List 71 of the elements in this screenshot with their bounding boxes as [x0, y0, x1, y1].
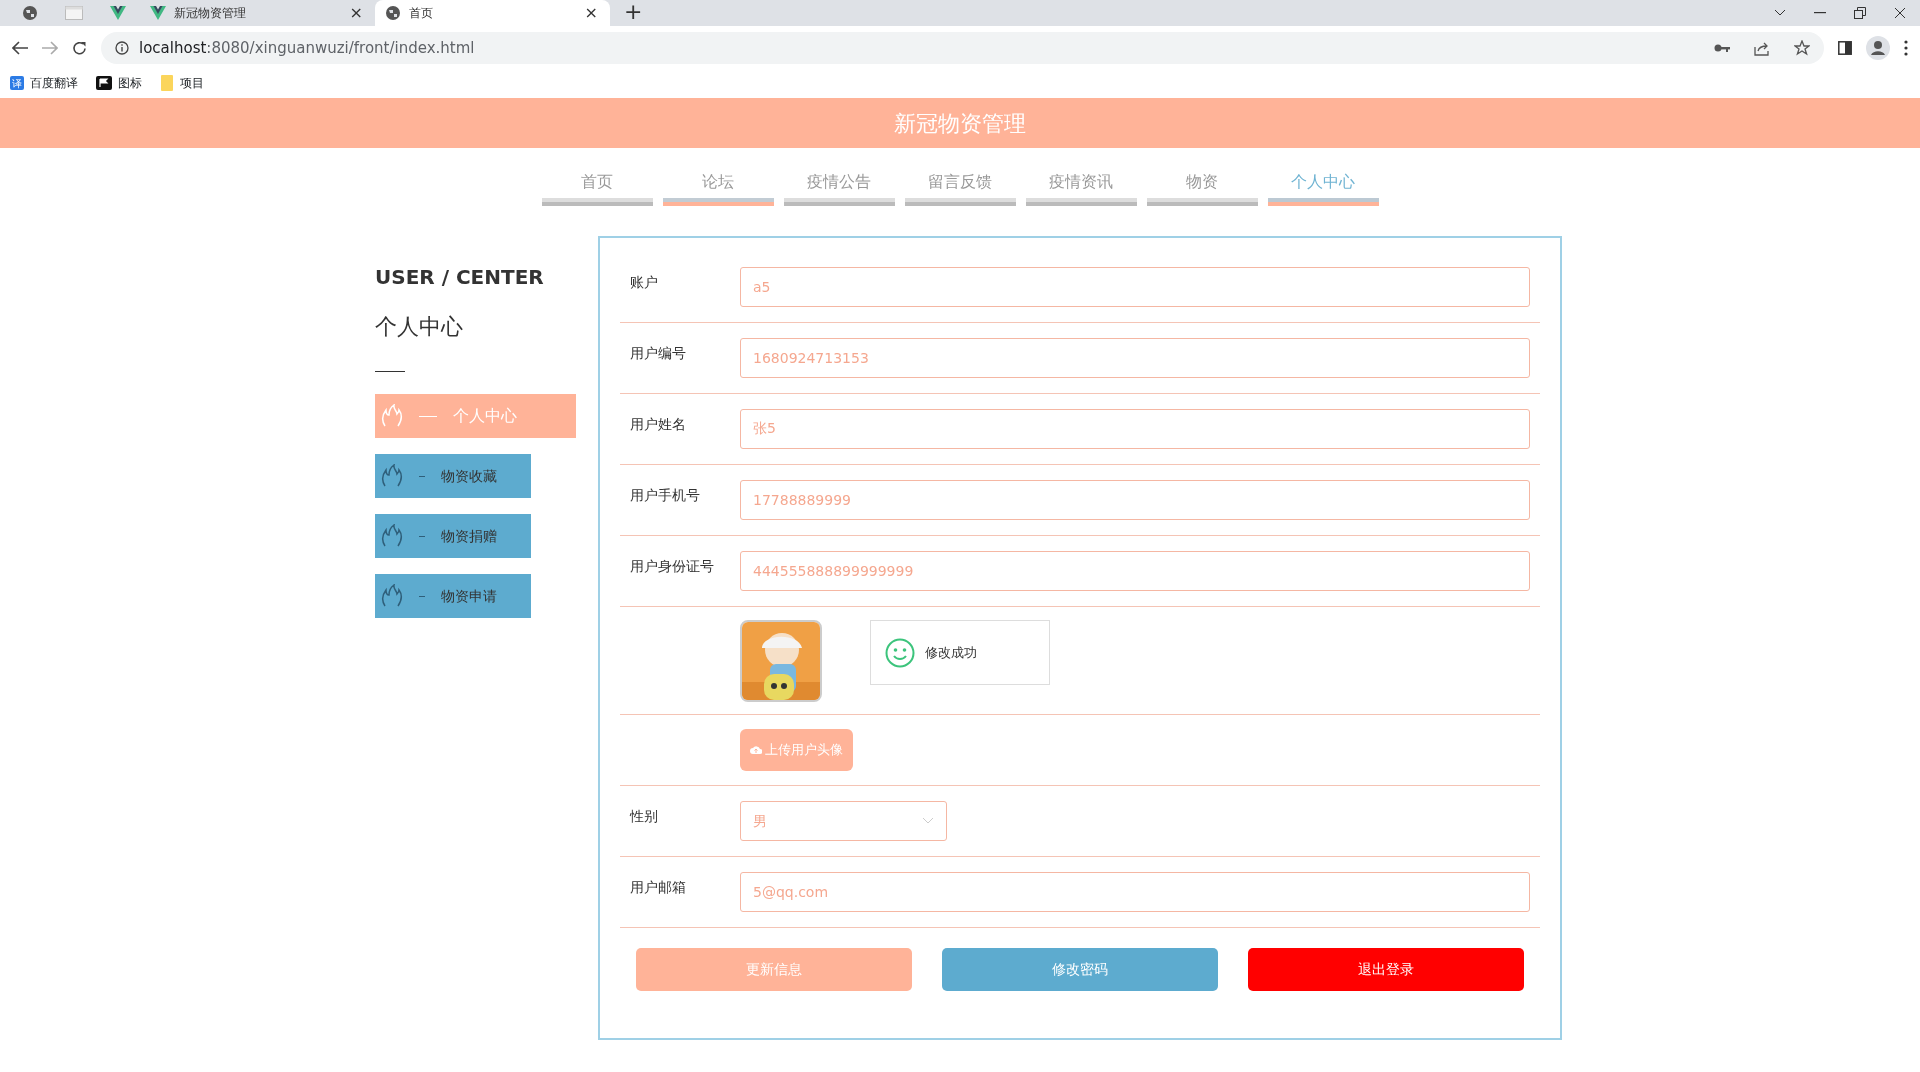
close-button[interactable]: × — [347, 5, 365, 21]
close-icon[interactable] — [1894, 7, 1906, 19]
globe-icon — [22, 5, 38, 21]
nav-tab[interactable]: 留言反馈 — [904, 170, 1016, 206]
input-field[interactable]: a5 — [740, 267, 1530, 307]
globe-icon — [385, 5, 401, 21]
address-bar[interactable]: localhost:8080/xinguanwuzi/front/index.html — [101, 32, 1824, 64]
url-text: localhost:8080/xinguanwuzi/front/index.html — [139, 37, 475, 59]
key-icon[interactable] — [1714, 43, 1730, 53]
site-title: 新冠物资管理 — [894, 109, 1026, 138]
select-field[interactable]: 男 — [740, 801, 947, 841]
side-panel-icon[interactable] — [1838, 41, 1852, 55]
nav-tab[interactable]: 物资 — [1146, 170, 1258, 206]
flame-icon — [381, 524, 403, 548]
field-label: 用户姓名 — [630, 415, 687, 434]
browser-tab[interactable]: 新冠物资管理 × — [140, 0, 375, 26]
v-logo-icon — [110, 6, 126, 20]
field-label: 用户编号 — [630, 344, 687, 363]
info-icon — [115, 41, 129, 55]
restore-icon[interactable] — [1854, 7, 1866, 19]
sidebar-item[interactable]: 物资申请 — [375, 574, 531, 618]
reload-icon[interactable] — [72, 40, 87, 56]
close-button[interactable]: × — [582, 5, 600, 21]
toast-text: 修改成功 — [925, 643, 977, 662]
blank-page-icon — [65, 6, 83, 20]
back-icon[interactable] — [12, 41, 28, 55]
section-title: USER / CENTER — [375, 264, 545, 291]
browser-tab[interactable]: 首页 × — [375, 0, 610, 26]
sidebar-item[interactable]: 物资捐赠 — [375, 514, 531, 558]
bookmark-link[interactable]: 项目 — [180, 74, 204, 92]
translate-icon: 译 — [10, 76, 24, 90]
nav-tab[interactable]: 疫情公告 — [783, 170, 895, 206]
input-field[interactable]: 17788889999 — [740, 480, 1530, 520]
nav-tab[interactable]: 疫情资讯 — [1025, 170, 1137, 206]
nav-tab[interactable]: 个人中心 — [1267, 170, 1379, 206]
field-label: 性别 — [630, 807, 659, 826]
input-field[interactable]: 1680924713153 — [740, 338, 1530, 378]
folder-icon — [160, 75, 174, 91]
nav-tab[interactable]: 首页 — [541, 170, 653, 206]
change-password-button[interactable]: 修改密码 — [942, 948, 1218, 991]
field-label: 用户身份证号 — [630, 557, 715, 576]
bookmark-link[interactable]: 图标 — [118, 74, 142, 92]
cloud-upload-icon — [750, 745, 762, 755]
chevron-down-icon[interactable] — [1774, 9, 1786, 17]
more-icon[interactable] — [1904, 40, 1908, 56]
update-button[interactable]: 更新信息 — [636, 948, 912, 991]
sidebar-item[interactable]: 物资收藏 — [375, 454, 531, 498]
smiley-icon — [885, 637, 915, 668]
chevron-down-icon — [922, 817, 934, 825]
new-tab-button[interactable]: + — [618, 0, 649, 24]
v-logo-icon — [150, 6, 166, 20]
flame-icon — [381, 464, 403, 488]
flame-icon — [381, 584, 403, 608]
field-label: 用户邮箱 — [630, 878, 687, 897]
star-icon[interactable] — [1794, 40, 1810, 56]
bookmark-link[interactable]: 百度翻译 — [30, 74, 78, 92]
section-subtitle: 个人中心 — [375, 313, 464, 341]
share-icon[interactable] — [1754, 40, 1770, 56]
input-field[interactable]: 张5 — [740, 409, 1530, 449]
flag-icon — [96, 76, 112, 90]
logout-button[interactable]: 退出登录 — [1248, 948, 1524, 991]
input-field[interactable]: 444555888899999999 — [740, 551, 1530, 591]
minimize-icon[interactable] — [1814, 12, 1826, 14]
field-label: 账户 — [630, 273, 659, 292]
flame-icon — [381, 404, 403, 428]
sidebar-item[interactable]: 个人中心 — [375, 394, 576, 438]
field-label: 用户手机号 — [630, 486, 701, 505]
profile-icon[interactable] — [1866, 36, 1890, 60]
upload-button[interactable]: 上传用户头像 — [740, 729, 853, 771]
nav-tab[interactable]: 论坛 — [662, 170, 774, 206]
input-field[interactable]: 5@qq.com — [740, 872, 1530, 912]
